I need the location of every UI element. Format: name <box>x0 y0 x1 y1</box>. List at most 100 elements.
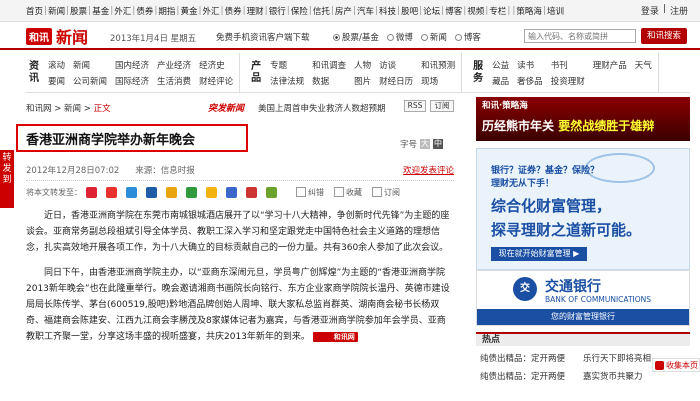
search-input[interactable] <box>524 29 636 43</box>
top-nav-link[interactable]: 股吧 <box>401 5 418 17</box>
font-size-large[interactable]: 大 <box>420 139 431 149</box>
hot-link[interactable]: 纯债出精品：定开两便 <box>480 352 583 364</box>
top-nav-link[interactable]: 外汇 <box>114 5 131 17</box>
category-link[interactable]: 公司新闻 <box>73 75 107 87</box>
top-nav-link[interactable]: 专栏 <box>489 5 506 17</box>
search-type-radio[interactable]: 微博 <box>386 31 413 43</box>
category-link[interactable]: 财经日历 <box>379 75 413 87</box>
top-nav-link[interactable]: 外汇 <box>203 5 220 17</box>
top-nav-link[interactable]: 科技 <box>379 5 396 17</box>
top-nav-link[interactable]: 房产 <box>335 5 352 17</box>
share-kaixin-icon[interactable] <box>166 186 177 198</box>
mobile-client-link[interactable]: 免费手机资讯客户端下载 <box>216 31 310 43</box>
top-nav-link[interactable]: 信托 <box>313 5 330 17</box>
share-t163-icon[interactable] <box>246 186 257 198</box>
wealth-ad-start-button[interactable]: 现在就开始财富管理 ▶ <box>491 247 587 261</box>
category-link[interactable]: 财经评论 <box>199 75 233 87</box>
collect-page-button[interactable]: 收集本页 <box>652 358 700 372</box>
share-qq-icon[interactable] <box>126 186 137 198</box>
subscribe-button[interactable]: 订阅 <box>430 100 454 112</box>
wealth-management-ad[interactable]: 银行？证券？基金？保险？ 理财无从下手！ 综合化财富管理， 探寻理财之道新可能。 … <box>476 148 690 270</box>
search-type-radio[interactable]: 博客 <box>454 31 481 43</box>
share-more-icon[interactable] <box>266 186 277 198</box>
share-renren-icon[interactable] <box>146 186 157 198</box>
category-link[interactable]: 奢侈品 <box>517 75 543 87</box>
category-link[interactable]: 滚动 <box>48 59 65 71</box>
category-link[interactable]: 专题 <box>270 59 304 71</box>
current-date: 2013年1月4日 星期五 <box>110 34 197 44</box>
share-baidu-icon[interactable] <box>226 186 237 198</box>
category-link[interactable]: 读书 <box>517 59 543 71</box>
radio-icon <box>333 33 340 41</box>
category-link[interactable]: 新闻 <box>73 59 107 71</box>
search-type-radio[interactable]: 股票/基金 <box>333 31 379 43</box>
top-nav-link[interactable]: 理财 <box>247 5 264 17</box>
category-link[interactable]: 国内经济 <box>115 59 149 71</box>
category-link[interactable]: 生活消费 <box>157 75 191 87</box>
top-nav-link[interactable]: 培训 <box>547 5 564 17</box>
category-link[interactable]: 数据 <box>312 75 346 87</box>
share-qzone-icon[interactable] <box>206 186 217 198</box>
favorite-icon <box>334 187 344 197</box>
correction-label: 纠错 <box>308 187 324 197</box>
category-link[interactable]: 天气 <box>635 59 652 71</box>
article-paragraph: 同日下午，由香港亚洲商学院主办，以“亚商东深闹元旦，学员粤广创辉煌”为主题的“香… <box>26 265 454 345</box>
article-paragraph-text: 同日下午，由香港亚洲商学院主办，以“亚商东深闹元旦，学员粤广创辉煌”为主题的“香… <box>26 268 450 342</box>
share-sina-icon[interactable] <box>106 186 117 198</box>
top-nav-link[interactable]: 期指 <box>158 5 175 17</box>
top-nav-link[interactable]: 债券 <box>225 5 242 17</box>
category-link[interactable]: 人物 <box>354 59 371 71</box>
top-nav-link[interactable]: 债券 <box>136 5 153 17</box>
nav-separator: | <box>154 5 158 16</box>
top-nav-link[interactable]: 黄金 <box>180 5 197 17</box>
top-nav-link[interactable]: 基金 <box>92 5 109 17</box>
category-link[interactable]: 藏品 <box>492 75 509 87</box>
top-nav-link[interactable]: 视频 <box>467 5 484 17</box>
top-nav-link[interactable]: 保险 <box>291 5 308 17</box>
category-link[interactable]: 国际经济 <box>115 75 149 87</box>
register-link[interactable]: 注册 <box>670 4 688 17</box>
top-nav-link[interactable]: 银行 <box>269 5 286 17</box>
breadcrumb-current: 正文 <box>93 104 111 114</box>
category-link[interactable]: 要闻 <box>48 75 65 87</box>
share-douban-icon[interactable] <box>186 186 197 198</box>
share-weibo-icon[interactable] <box>86 186 97 198</box>
category-link[interactable]: 产业经济 <box>157 59 191 71</box>
category-link[interactable]: 访谈 <box>379 59 413 71</box>
login-link[interactable]: 登录 <box>641 4 659 17</box>
breaking-headline-link[interactable]: 美国上周首申失业救济人数超预期 <box>258 102 386 114</box>
category-link[interactable]: 投资理财 <box>551 75 585 87</box>
site-logo[interactable]: 和讯 新闻 <box>26 24 98 48</box>
top-nav-link[interactable]: 汽车 <box>357 5 374 17</box>
favorite-action[interactable]: 收藏 <box>334 187 362 198</box>
category-link[interactable]: 理财产品 <box>593 59 627 71</box>
category-link[interactable]: 书刊 <box>551 59 585 71</box>
category-link[interactable]: 和讯调查 <box>312 59 346 71</box>
category-link[interactable]: 图片 <box>354 75 371 87</box>
top-nav-link[interactable]: 论坛 <box>423 5 440 17</box>
category-link[interactable]: 公益 <box>492 59 509 71</box>
search-type-radio[interactable]: 新闻 <box>420 31 447 43</box>
category-link[interactable]: 和讯预测 <box>421 59 455 71</box>
correction-action[interactable]: 纠错 <box>296 187 324 198</box>
breadcrumb-home[interactable]: 和讯网 <box>26 104 52 114</box>
top-nav-link[interactable]: 策略海 <box>516 5 542 17</box>
bank-ad[interactable]: 交 交通银行 BANK OF COMMUNICATIONS 您的财富管理银行 <box>476 270 690 326</box>
top-nav-link[interactable]: 博客 <box>445 5 462 17</box>
top-nav-link[interactable]: 首页 <box>26 5 43 17</box>
strategy-ad[interactable]: 和讯·策略海 历经熊市年关 要然战绩胜于雄辩 <box>476 97 690 141</box>
font-size-medium[interactable]: 中 <box>433 139 444 149</box>
rss-button[interactable]: RSS <box>404 100 426 112</box>
category-links: 公益 读书 书刊 理财产品 天气藏品 奢侈品 投资理财 <box>492 59 652 87</box>
comment-link[interactable]: 欢迎发表评论 <box>403 164 454 176</box>
top-nav-link[interactable]: 股票 <box>70 5 87 17</box>
breadcrumb-section[interactable]: 新闻 <box>64 104 81 114</box>
top-nav-link[interactable]: 新闻 <box>48 5 65 17</box>
category-link[interactable]: 法律法规 <box>270 75 304 87</box>
share-to-badge[interactable]: 转发到 <box>0 150 14 208</box>
search-button[interactable]: 和讯搜索 <box>641 28 687 44</box>
subscribe-action[interactable]: 订阅 <box>372 187 400 198</box>
hot-link[interactable]: 纯债出精品：定开两便 <box>480 370 583 382</box>
category-link[interactable]: 现场 <box>421 75 455 87</box>
category-link[interactable]: 经济史 <box>199 59 233 71</box>
